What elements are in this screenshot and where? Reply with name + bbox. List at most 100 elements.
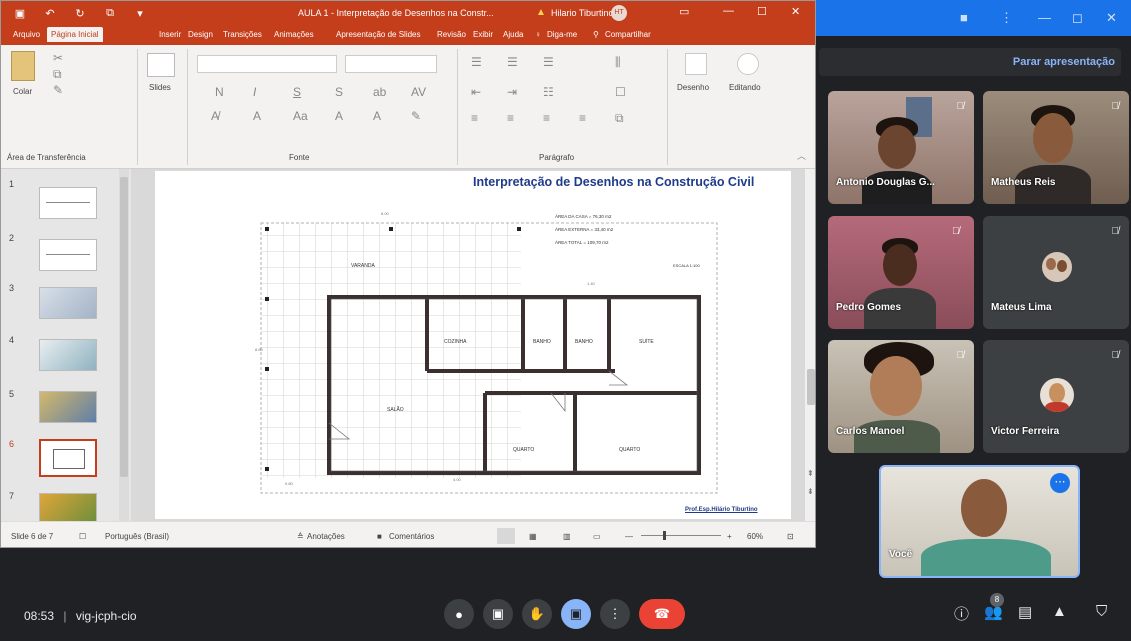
microphone-button[interactable]: ● bbox=[444, 599, 474, 629]
slide-sorter-icon[interactable]: ▦ bbox=[529, 532, 537, 541]
highlight-icon[interactable]: ✎ bbox=[411, 109, 421, 123]
camera-button[interactable]: ▣ bbox=[483, 599, 513, 629]
strikethrough-icon[interactable]: ab bbox=[373, 85, 386, 99]
share-button[interactable]: Compartilhar bbox=[605, 30, 651, 39]
align-left-icon[interactable]: ≡ bbox=[471, 111, 478, 125]
user-avatar[interactable]: HT bbox=[611, 5, 627, 21]
user-name[interactable]: Hilario Tiburtino bbox=[551, 8, 614, 18]
participant-tile[interactable]: 🎙̸ Antonio Douglas G... bbox=[828, 91, 974, 204]
close-icon[interactable]: ✕ bbox=[1106, 10, 1117, 26]
present-button[interactable]: ▣ bbox=[561, 599, 591, 629]
clear-format-icon[interactable]: A̸ bbox=[211, 109, 219, 123]
normal-view-icon[interactable] bbox=[497, 528, 515, 544]
participant-tile[interactable]: 🎙̸ Pedro Gomes bbox=[828, 216, 974, 329]
zoom-in-icon[interactable]: + bbox=[727, 532, 732, 541]
slide-thumbnail[interactable] bbox=[39, 239, 97, 271]
new-slide-icon[interactable] bbox=[147, 53, 175, 77]
tab-inserir[interactable]: Inserir bbox=[159, 30, 181, 39]
host-controls-icon[interactable]: ⛉ bbox=[1096, 603, 1107, 620]
format-painter-icon[interactable]: ✎ bbox=[53, 83, 63, 97]
tab-animacoes[interactable]: Animações bbox=[274, 30, 314, 39]
font-color-icon[interactable]: A bbox=[253, 109, 261, 123]
bold-icon[interactable]: N bbox=[215, 85, 224, 99]
minimize-icon[interactable]: — bbox=[723, 5, 734, 17]
change-case-icon[interactable]: Aa bbox=[293, 109, 308, 123]
slide-thumbnail[interactable] bbox=[39, 287, 97, 319]
more-options-icon[interactable]: ⋯ bbox=[1050, 473, 1070, 493]
underline-icon[interactable]: S bbox=[293, 85, 301, 99]
tab-ajuda[interactable]: Ajuda bbox=[503, 30, 523, 39]
justify-icon[interactable]: ≡ bbox=[579, 111, 586, 125]
save-icon[interactable]: ▣ bbox=[9, 7, 31, 20]
tab-apresentacao[interactable]: Apresentação de Slides bbox=[336, 30, 421, 39]
activities-icon[interactable]: ▲ bbox=[1052, 603, 1067, 620]
increase-indent-icon[interactable]: ⇥ bbox=[507, 85, 517, 99]
self-view-tile[interactable]: ⋯ Você bbox=[879, 465, 1080, 578]
tab-revisao[interactable]: Revisão bbox=[437, 30, 466, 39]
tell-me-search[interactable]: Diga-me bbox=[547, 30, 577, 39]
redo-icon[interactable]: ↻ bbox=[69, 7, 91, 20]
copy-icon[interactable]: ⧉ bbox=[53, 67, 62, 82]
collapse-ribbon-icon[interactable]: ︿ bbox=[797, 149, 806, 162]
tab-transicoes[interactable]: Transições bbox=[223, 30, 262, 39]
tab-exibir[interactable]: Exibir bbox=[473, 30, 493, 39]
more-icon[interactable]: ⋮ bbox=[1000, 10, 1013, 26]
columns-icon[interactable]: ☷ bbox=[543, 85, 554, 99]
numbering-icon[interactable]: ☰ bbox=[507, 55, 518, 69]
shrink-font-icon[interactable]: A bbox=[373, 109, 381, 123]
zoom-slider[interactable] bbox=[641, 531, 721, 540]
restore-icon[interactable]: ◻ bbox=[1072, 10, 1083, 26]
info-icon[interactable]: ⓘ bbox=[954, 603, 969, 624]
line-spacing-icon[interactable]: ☰ bbox=[543, 55, 554, 69]
align-right-icon[interactable]: ≡ bbox=[543, 111, 550, 125]
undo-icon[interactable]: ↶ bbox=[39, 7, 61, 20]
thumbnails-scrollbar[interactable] bbox=[119, 169, 129, 521]
slide-scrollbar[interactable]: ⇞ ⇟ bbox=[805, 169, 815, 521]
leave-call-button[interactable]: ☎ bbox=[639, 599, 685, 629]
zoom-out-icon[interactable]: — bbox=[625, 532, 633, 541]
participant-tile[interactable]: 🎙̸ Victor Ferreira bbox=[983, 340, 1129, 453]
customize-icon[interactable]: ▾ bbox=[129, 7, 151, 20]
slide[interactable]: Interpretação de Desenhos na Construção … bbox=[155, 171, 791, 519]
grow-font-icon[interactable]: A bbox=[335, 109, 343, 123]
decrease-indent-icon[interactable]: ⇤ bbox=[471, 85, 481, 99]
stop-presenting-button[interactable]: Parar apresentação bbox=[819, 48, 1121, 76]
close-icon[interactable]: ✕ bbox=[791, 5, 800, 18]
shadow-icon[interactable]: S bbox=[335, 85, 343, 99]
align-text-icon[interactable]: ☐ bbox=[615, 85, 626, 99]
raise-hand-button[interactable]: ✋ bbox=[522, 599, 552, 629]
camera-icon[interactable]: ■ bbox=[960, 10, 968, 25]
ribbon-display-icon[interactable]: ▭ bbox=[679, 5, 689, 18]
participant-tile[interactable]: 🎙̸ Mateus Lima bbox=[983, 216, 1129, 329]
drawing-icon[interactable] bbox=[685, 53, 707, 75]
text-direction-icon[interactable]: ⫼ bbox=[615, 55, 621, 70]
search-icon[interactable] bbox=[737, 53, 759, 75]
notes-button[interactable]: Anotações bbox=[307, 532, 345, 541]
char-spacing-icon[interactable]: AV bbox=[411, 85, 426, 99]
font-family-select[interactable] bbox=[197, 55, 337, 73]
slide-thumbnail-selected[interactable] bbox=[39, 439, 97, 477]
bullets-icon[interactable]: ☰ bbox=[471, 55, 482, 69]
smartart-icon[interactable]: ⧉ bbox=[615, 111, 624, 126]
participant-tile[interactable]: 🎙̸ Matheus Reis bbox=[983, 91, 1129, 204]
participant-tile[interactable]: 🎙̸ Carlos Manoel bbox=[828, 340, 974, 453]
language-indicator[interactable]: Português (Brasil) bbox=[105, 532, 169, 541]
slideshow-icon[interactable]: ▭ bbox=[593, 532, 601, 541]
more-options-button[interactable]: ⋮ bbox=[600, 599, 630, 629]
font-size-select[interactable] bbox=[345, 55, 437, 73]
italic-icon[interactable]: I bbox=[253, 85, 256, 99]
slide-thumbnail[interactable] bbox=[39, 187, 97, 219]
paste-icon[interactable] bbox=[11, 51, 35, 81]
zoom-level[interactable]: 60% bbox=[747, 532, 763, 541]
present-icon[interactable]: ⧉ bbox=[99, 7, 121, 20]
chat-icon[interactable]: ▤ bbox=[1018, 603, 1032, 621]
comments-button[interactable]: Comentários bbox=[389, 532, 434, 541]
maximize-icon[interactable]: ☐ bbox=[757, 5, 767, 18]
minimize-icon[interactable]: — bbox=[1038, 10, 1051, 25]
slide-thumbnail[interactable] bbox=[39, 339, 97, 371]
align-center-icon[interactable]: ≡ bbox=[507, 111, 514, 125]
fit-slide-icon[interactable]: ⊡ bbox=[787, 532, 794, 541]
reading-view-icon[interactable]: ▥ bbox=[563, 532, 571, 541]
spellcheck-icon[interactable]: ☐ bbox=[79, 532, 86, 541]
slide-thumbnail[interactable] bbox=[39, 391, 97, 423]
